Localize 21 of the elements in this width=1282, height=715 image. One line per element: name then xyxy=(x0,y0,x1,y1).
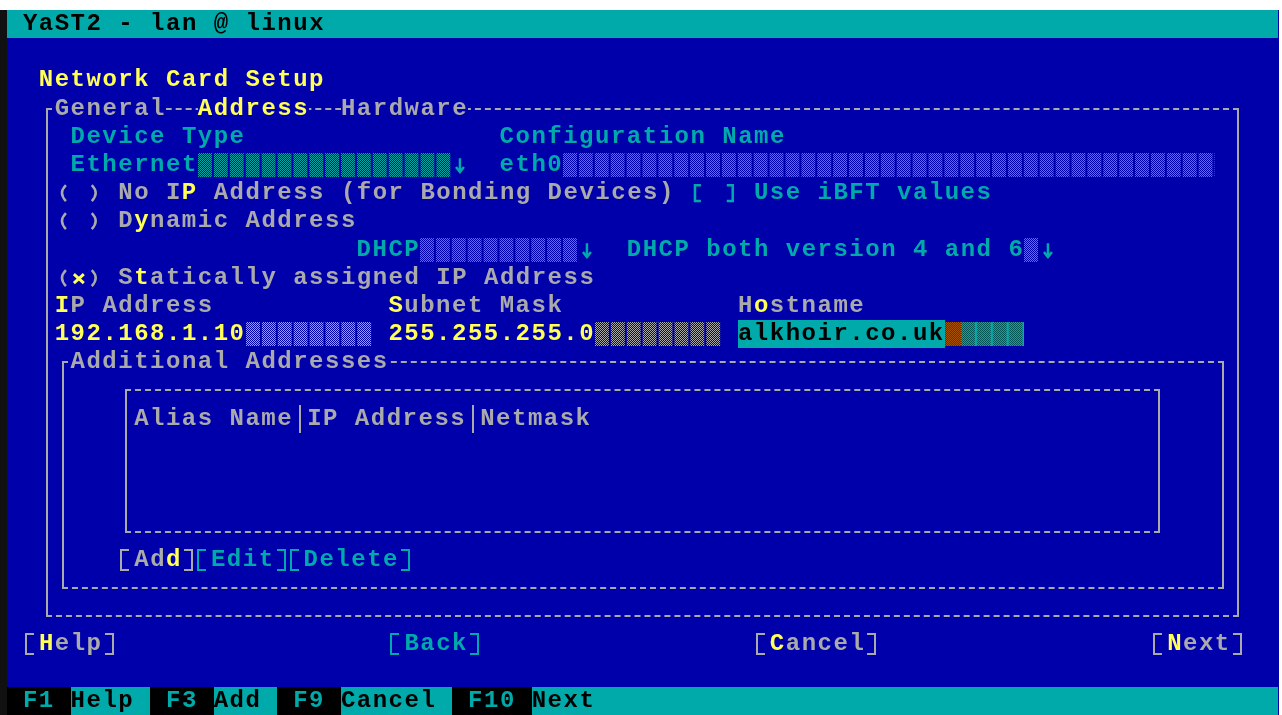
dialog-button[interactable]: Cancel xyxy=(753,630,879,659)
column-header: Alias Name xyxy=(134,404,302,433)
radio-button[interactable]: Dynamic Address xyxy=(54,207,357,236)
input-field[interactable]: 192.168.1.10 xyxy=(54,320,373,349)
input-field[interactable]: 255.255.255.0 xyxy=(388,320,723,349)
function-key[interactable]: F9 Cancel xyxy=(277,686,453,715)
column-header: IP Address xyxy=(307,404,475,433)
table-button[interactable]: Add xyxy=(118,545,195,574)
radio-button[interactable]: Statically assigned IP Address xyxy=(54,263,596,292)
column-header: Netmask xyxy=(480,404,593,433)
dialog-button[interactable]: Help xyxy=(22,630,116,659)
dialog-title: Network Card Setup xyxy=(38,66,327,95)
field-label: Configuration Name xyxy=(499,122,786,151)
field-label: Device Type xyxy=(70,122,246,151)
dialog-button[interactable]: Next xyxy=(1151,630,1244,659)
field-label: IP Address xyxy=(54,291,214,321)
radio-button[interactable]: No IP Address (for Bonding Devices) xyxy=(54,179,675,208)
window-title: YaST2 - lan @ linux xyxy=(22,10,326,37)
function-key[interactable]: F1 Help xyxy=(7,686,151,715)
field-label: Hostname xyxy=(737,291,866,321)
field-label: Subnet Mask xyxy=(388,291,564,321)
